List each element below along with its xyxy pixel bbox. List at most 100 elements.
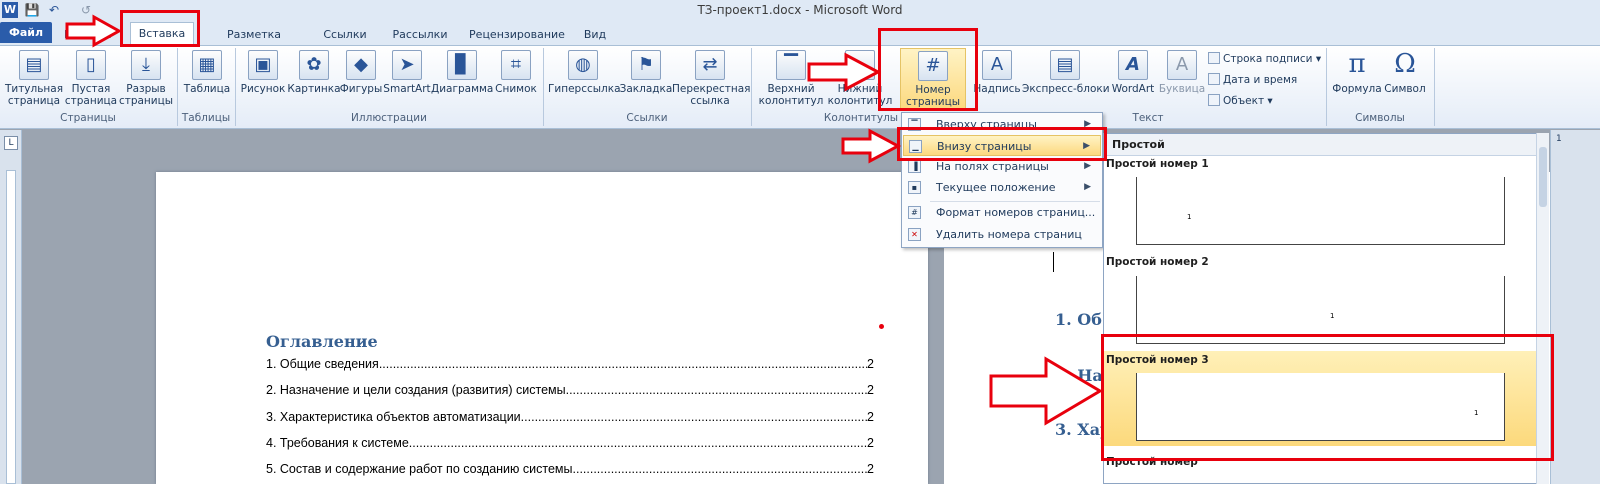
annotation-box-simple-3 <box>1101 334 1554 461</box>
annotation-box-insert-tab <box>120 10 200 47</box>
wordart-icon: A <box>1118 50 1148 80</box>
section-heading: 1. Об <box>1055 310 1102 329</box>
calendar-icon <box>1208 73 1220 85</box>
screenshot-button[interactable]: ⌗ Снимок <box>493 50 539 95</box>
menu-item-current-position[interactable]: ▪ Текущее положение ▶ <box>903 177 1101 198</box>
tab-view[interactable]: Вид <box>580 25 610 45</box>
blank-page-button[interactable]: ▯ Пустая страница <box>64 50 118 107</box>
group-label-links: Ссылки <box>626 112 668 124</box>
dropcap-icon: A <box>1167 50 1197 80</box>
group-label-illustrations: Иллюстрации <box>351 112 427 124</box>
toc-leader <box>521 410 867 426</box>
annotation-box-page-number <box>878 28 978 111</box>
toc-entry[interactable]: 3. Характеристика объектов автоматизации… <box>266 410 874 426</box>
smartart-button[interactable]: ➤ SmartArt <box>383 50 431 95</box>
tab-references[interactable]: Ссылки <box>320 25 370 45</box>
current-position-icon: ▪ <box>908 181 921 194</box>
object-button[interactable]: Объект ▾ <box>1208 94 1273 107</box>
text-box-icon: A <box>982 50 1012 80</box>
pi-icon: π <box>1348 49 1366 79</box>
menu-item-remove-page-numbers[interactable]: ✕ Удалить номера страниц <box>903 224 1101 245</box>
toc-leader <box>379 357 867 373</box>
signature-icon <box>1208 52 1220 64</box>
picture-button[interactable]: ▣ Рисунок <box>240 50 286 95</box>
group-label-symbols: Символы <box>1355 112 1405 124</box>
table-icon: ▦ <box>192 50 222 80</box>
page-break-button[interactable]: ⤓ Разрыв страницы <box>118 50 174 107</box>
gallery-header: Простой <box>1104 134 1536 156</box>
tab-mailings[interactable]: Рассылки <box>388 25 452 45</box>
vertical-ruler <box>0 130 22 484</box>
ruler-marker: 1 <box>1556 134 1562 144</box>
text-box-button[interactable]: A Надпись <box>972 50 1022 95</box>
remove-icon: ✕ <box>908 228 921 241</box>
toc-leader <box>409 436 867 452</box>
toc-leader <box>573 462 868 478</box>
shapes-icon: ◆ <box>346 50 376 80</box>
ribbon-divider <box>1326 48 1327 126</box>
title-bar: W 💾 ↶ ↺ ТЗ-проект1.docx - Microsoft Word <box>0 0 1600 20</box>
symbol-button[interactable]: Ω Символ <box>1382 50 1428 95</box>
header-icon: ▔ <box>776 50 806 80</box>
annotation-arrow-icon <box>65 14 123 48</box>
tab-page-layout[interactable]: Разметка страницы <box>198 25 310 61</box>
wordart-button[interactable]: A WordArt <box>1108 50 1158 95</box>
annotation-arrow-icon <box>807 52 882 92</box>
toc-heading: Оглавление <box>266 332 378 351</box>
tab-selector[interactable]: L <box>4 136 18 150</box>
page-margin-icon: ▐ <box>908 160 921 173</box>
bookmark-button[interactable]: ⚑ Закладка <box>618 50 674 95</box>
format-icon: # <box>908 206 921 219</box>
hyperlink-button[interactable]: ◍ Гиперссылка <box>548 50 621 95</box>
shapes-button[interactable]: ◆ Фигуры <box>339 50 383 95</box>
quick-parts-icon: ▤ <box>1050 50 1080 80</box>
annotation-dot <box>879 324 884 329</box>
globe-icon: ◍ <box>568 50 598 80</box>
signature-line-button[interactable]: Строка подписи ▾ <box>1208 52 1321 65</box>
menu-item-format-page-numbers[interactable]: # Формат номеров страниц... <box>903 202 1101 223</box>
object-icon <box>1208 94 1220 106</box>
toc-entry[interactable]: 1. Общие сведения2 <box>266 357 874 373</box>
blank-page-icon: ▯ <box>76 50 106 80</box>
clipart-button[interactable]: ✿ Картинка <box>287 50 341 95</box>
ribbon-divider <box>1434 48 1435 126</box>
annotation-arrow-icon <box>989 356 1103 426</box>
tab-file[interactable]: Файл <box>0 22 52 43</box>
clipart-icon: ✿ <box>299 50 329 80</box>
cover-page-icon: ▤ <box>19 50 49 80</box>
chart-button[interactable]: ▊ Диаграмма <box>431 50 493 95</box>
toc-leader <box>566 383 867 399</box>
equation-button[interactable]: π Формула <box>1330 50 1384 95</box>
ruler-strip <box>6 170 16 484</box>
smartart-icon: ➤ <box>392 50 422 80</box>
page-break-icon: ⤓ <box>131 50 161 80</box>
dropcap-button[interactable]: A Буквица <box>1158 50 1206 95</box>
quick-parts-button[interactable]: ▤ Экспресс-блоки <box>1022 50 1110 95</box>
picture-icon: ▣ <box>248 50 278 80</box>
group-label-pages: Страницы <box>60 112 116 124</box>
submenu-arrow-icon: ▶ <box>1084 182 1091 192</box>
annotation-arrow-icon <box>841 128 902 164</box>
annotation-box-bottom-of-page <box>897 127 1107 161</box>
toc-entry[interactable]: 4. Требования к системе2 <box>266 436 874 452</box>
bookmark-icon: ⚑ <box>631 50 661 80</box>
cross-reference-icon: ⇄ <box>695 50 725 80</box>
cover-page-button[interactable]: ▤ Титульная страница <box>4 50 64 107</box>
date-time-button[interactable]: Дата и время <box>1208 73 1297 86</box>
gallery-item-simple-1[interactable]: 1 <box>1136 177 1505 245</box>
table-button[interactable]: ▦ Таблица <box>182 50 232 95</box>
gallery-item-label: Простой номер 1 <box>1106 158 1209 170</box>
camera-icon: ⌗ <box>501 50 531 80</box>
omega-icon: Ω <box>1394 49 1416 79</box>
chart-icon: ▊ <box>447 50 477 80</box>
text-cursor <box>1053 252 1054 272</box>
window-title: ТЗ-проект1.docx - Microsoft Word <box>697 3 903 17</box>
gallery-item-label: Простой номер 2 <box>1106 256 1209 268</box>
toc-entry[interactable]: 5. Состав и содержание работ по созданию… <box>266 462 874 478</box>
scrollbar-thumb[interactable] <box>1539 147 1547 207</box>
cross-reference-button[interactable]: ⇄ Перекрестная ссылка <box>672 50 750 107</box>
group-label-tables: Таблицы <box>181 112 231 124</box>
vertical-scrollbar[interactable] <box>1550 130 1600 484</box>
toc-entry[interactable]: 2. Назначение и цели создания (развития)… <box>266 383 874 399</box>
tab-review[interactable]: Рецензирование <box>465 25 569 45</box>
